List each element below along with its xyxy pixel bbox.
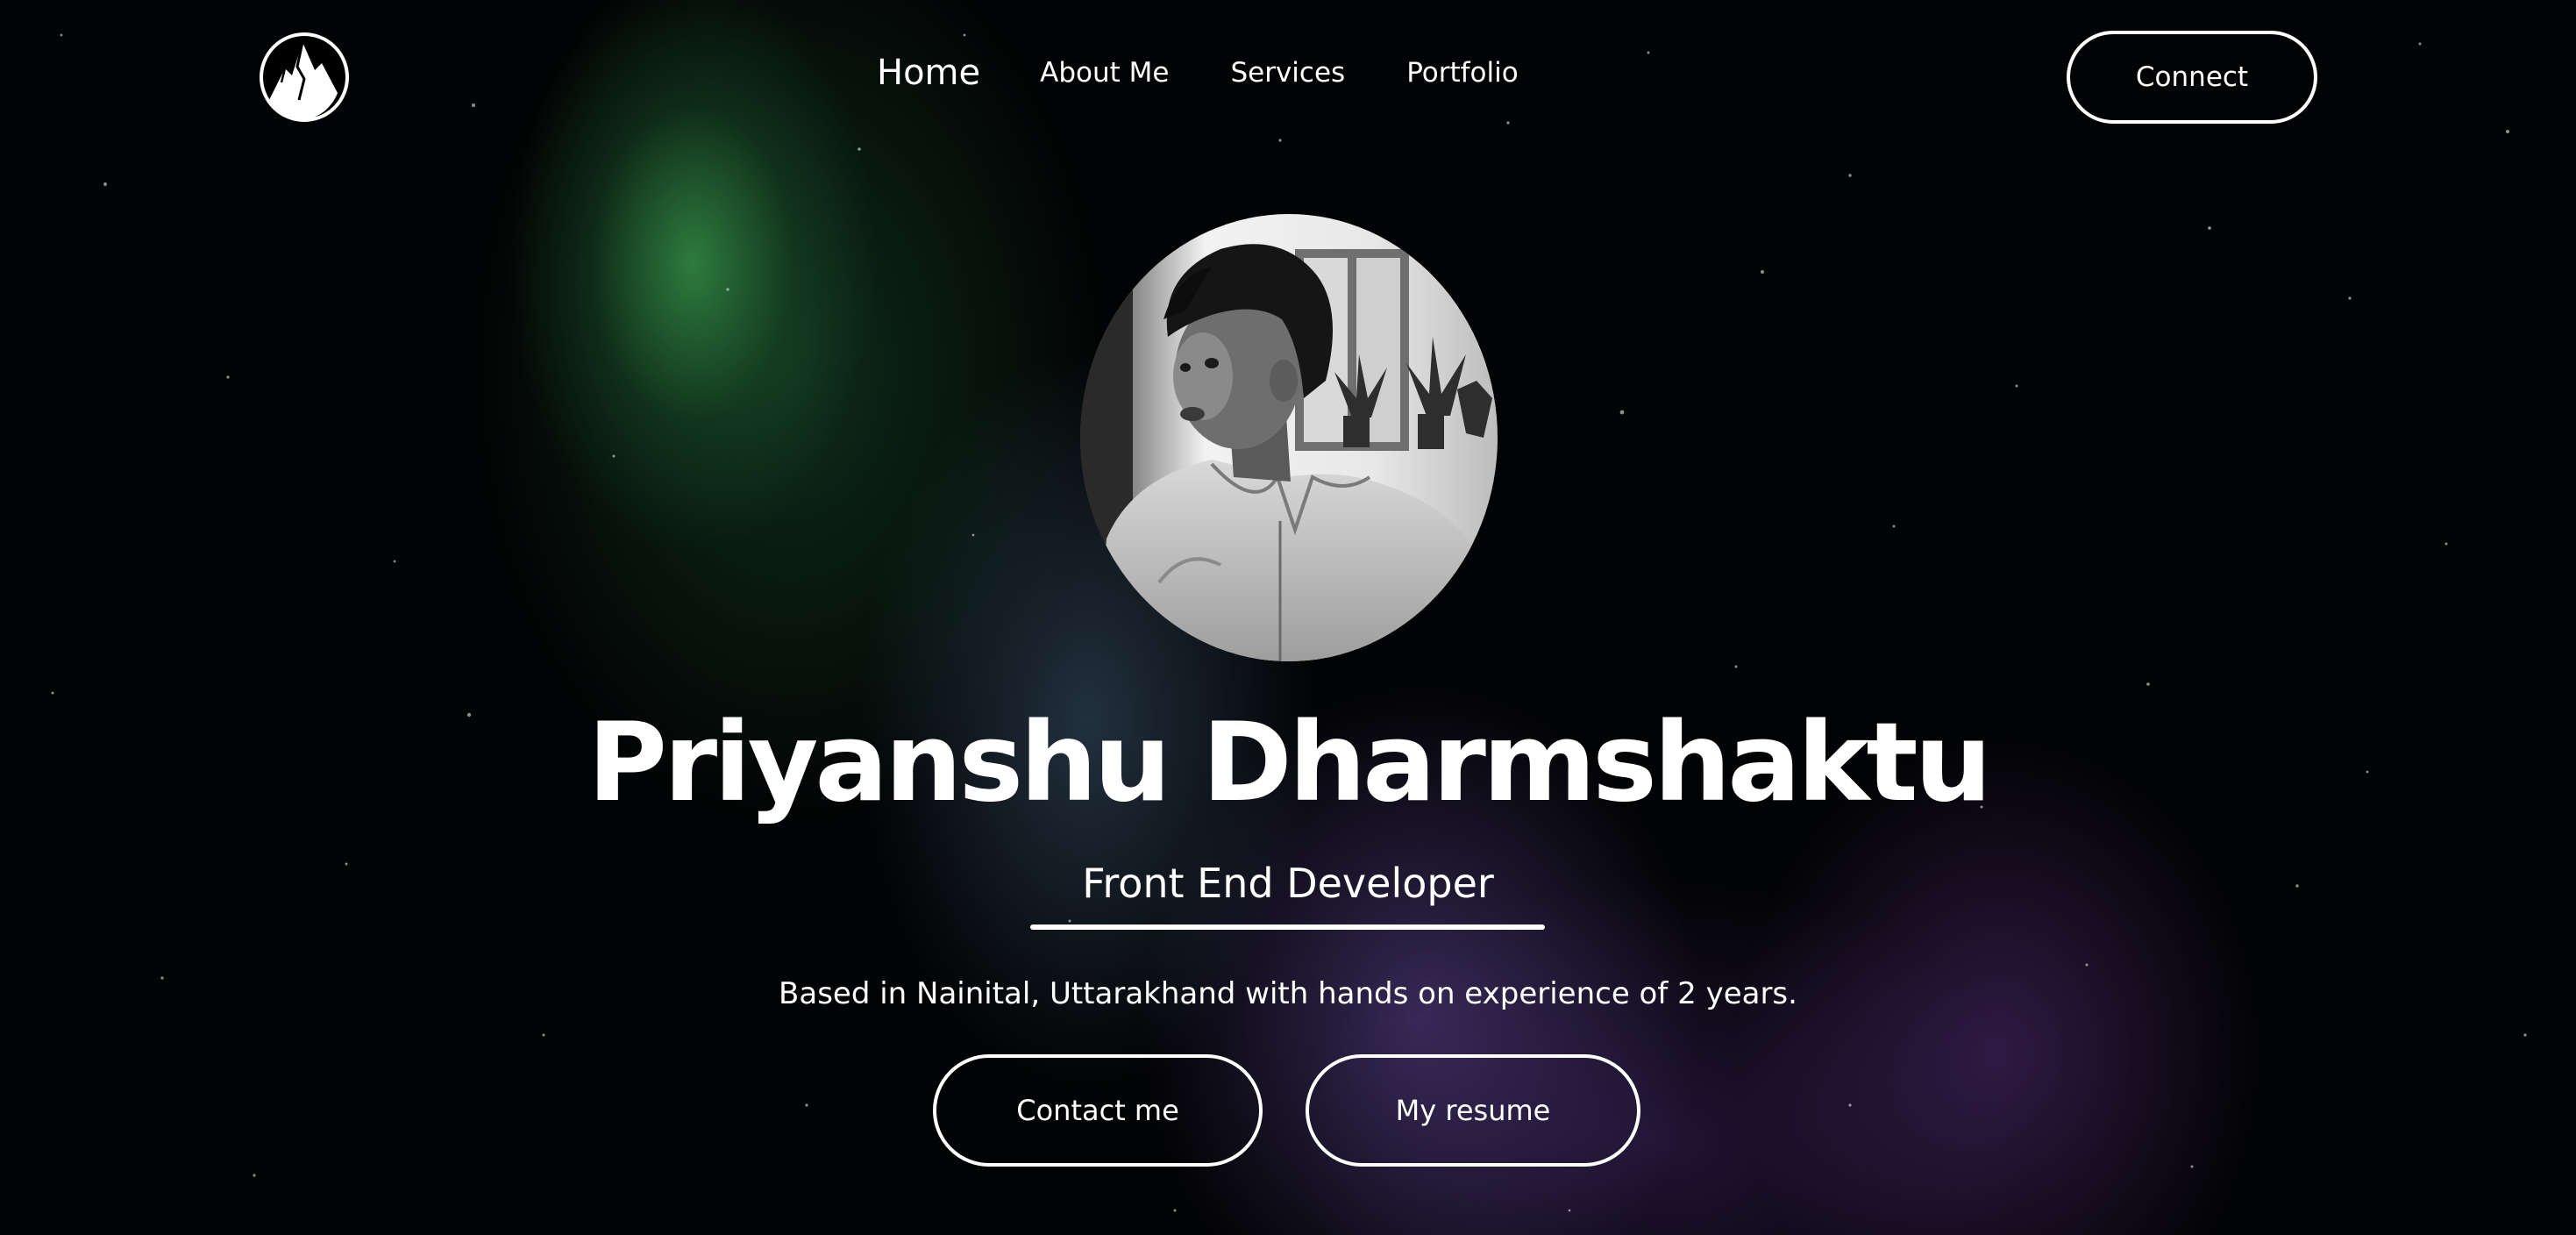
- connect-button[interactable]: Connect: [2067, 31, 2317, 124]
- role-underline-divider: [1030, 924, 1545, 930]
- hero-bio-text: Based in Nainital, Uttarakhand with hand…: [779, 976, 1797, 1011]
- nav-link-portfolio[interactable]: Portfolio: [1406, 57, 1519, 89]
- contact-me-button[interactable]: Contact me: [933, 1054, 1263, 1167]
- my-resume-button[interactable]: My resume: [1306, 1054, 1640, 1167]
- main-navigation: Home About Me Services Portfolio: [877, 53, 1580, 93]
- hero-role-subtitle: Front End Developer: [1082, 860, 1494, 907]
- mountain-peak-logo-icon[interactable]: [259, 32, 350, 123]
- portfolio-hero-page: Home About Me Services Portfolio Connect: [0, 0, 2576, 1235]
- profile-photo: [1080, 214, 1498, 661]
- nav-link-services[interactable]: Services: [1230, 57, 1345, 89]
- hero-name-heading: Priyanshu Dharmshaktu: [587, 700, 1992, 826]
- nav-link-about-me[interactable]: About Me: [1040, 57, 1169, 89]
- nav-link-home[interactable]: Home: [877, 53, 980, 93]
